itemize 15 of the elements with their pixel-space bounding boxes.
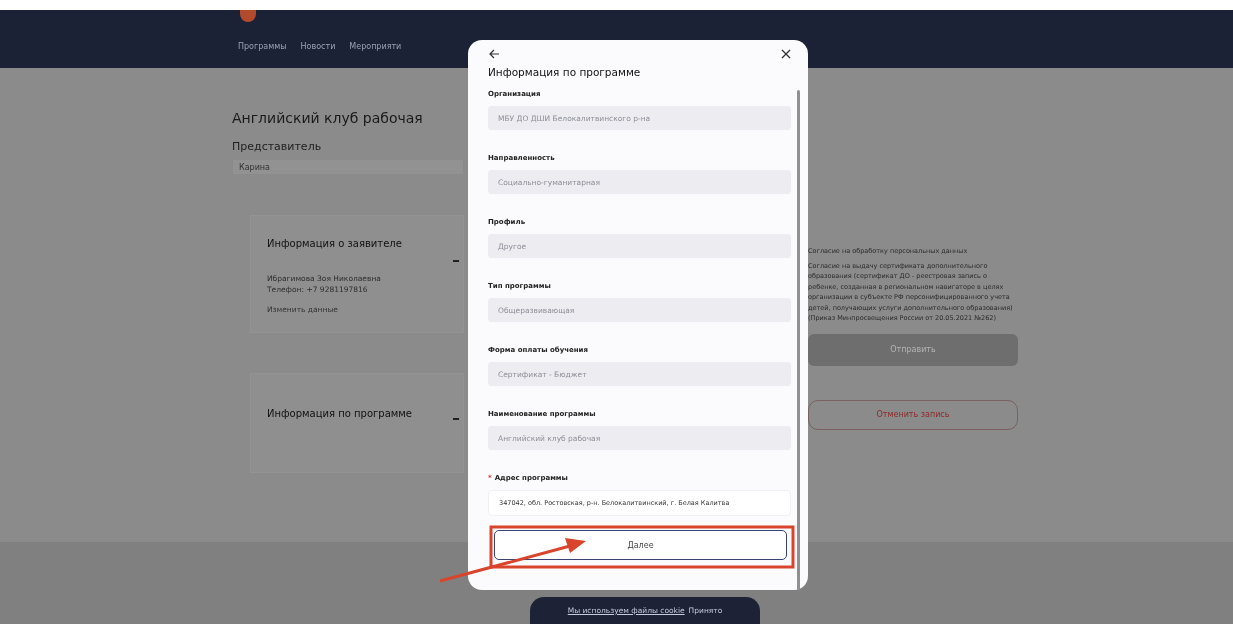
section-heading: Представитель (232, 140, 322, 153)
representative-field[interactable]: Карина (232, 159, 464, 175)
page-title: Английский клуб рабочая (232, 110, 423, 126)
close-icon[interactable] (780, 48, 792, 60)
nav-link[interactable]: Программы (238, 42, 287, 51)
next-button[interactable]: Далее (494, 530, 787, 560)
nav-link[interactable]: Новости (300, 42, 336, 51)
scrollbar[interactable] (797, 90, 800, 590)
cancel-button[interactable]: Отменить запись (808, 399, 1018, 430)
card-title: Информация о заявителе (267, 238, 403, 249)
logo-icon[interactable] (240, 10, 256, 22)
nav-link[interactable]: Мероприяти (349, 42, 402, 51)
card-title: Информация по программе (267, 408, 413, 419)
back-arrow-icon[interactable] (488, 48, 500, 60)
modal-title: Информация по программе (488, 66, 642, 78)
